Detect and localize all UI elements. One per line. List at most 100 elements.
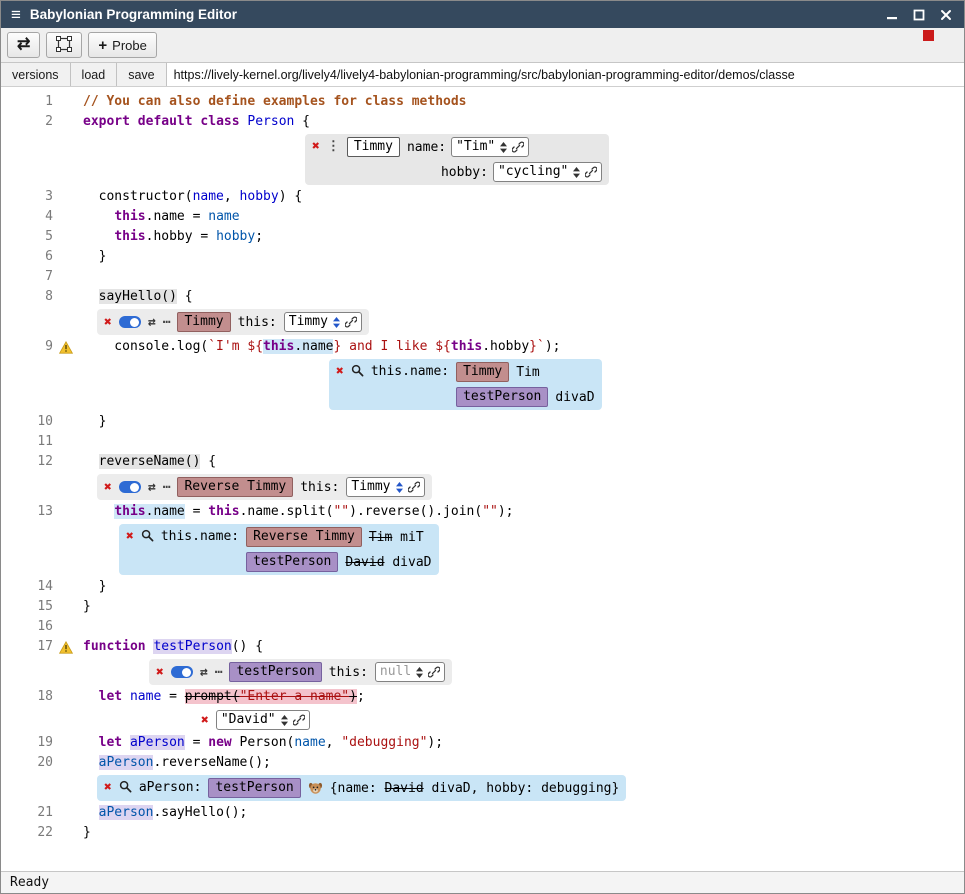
- code-line[interactable]: [79, 267, 964, 287]
- more-options-icon[interactable]: ⋯: [163, 313, 171, 332]
- example-badge[interactable]: testPerson: [246, 552, 338, 572]
- delete-icon[interactable]: ✖: [104, 778, 112, 797]
- toggle-icon[interactable]: [171, 666, 193, 678]
- delete-icon[interactable]: ✖: [156, 663, 164, 682]
- minimize-icon[interactable]: [886, 9, 898, 21]
- probe-widget[interactable]: ✖aPerson:testPerson{name: David divaD, h…: [97, 775, 626, 801]
- gutter: [1, 472, 79, 502]
- swap-button[interactable]: ⇄: [7, 32, 40, 58]
- stepper-icon[interactable]: [572, 166, 581, 179]
- filebar-button-load[interactable]: load: [71, 63, 118, 86]
- code-line[interactable]: sayHello() {: [79, 287, 964, 307]
- delete-icon[interactable]: ✖: [104, 313, 112, 332]
- code-line[interactable]: this.hobby = hobby;: [79, 227, 964, 247]
- close-window-icon[interactable]: [940, 9, 952, 21]
- add-probe-button[interactable]: + Probe: [88, 32, 156, 58]
- filebar-button-versions[interactable]: versions: [1, 63, 71, 86]
- value-box[interactable]: "David": [216, 710, 310, 730]
- value-box[interactable]: "Tim": [451, 137, 529, 157]
- code-line[interactable]: // You can also define examples for clas…: [79, 92, 964, 112]
- example-header-widget[interactable]: ✖⇄⋯Timmythis:Timmy: [97, 309, 369, 335]
- value-box[interactable]: Timmy: [284, 312, 362, 332]
- code-line[interactable]: let name = prompt("Enter a name");: [79, 687, 964, 707]
- gutter-space: [53, 132, 79, 152]
- line-number: 18: [7, 687, 53, 707]
- code-line[interactable]: }: [79, 597, 964, 617]
- gutter-space: [53, 207, 79, 227]
- gutter: 2: [1, 112, 79, 132]
- link-icon[interactable]: [585, 166, 597, 178]
- delete-icon[interactable]: ✖: [312, 137, 320, 156]
- link-icon[interactable]: [293, 714, 305, 726]
- link-icon[interactable]: [345, 316, 357, 328]
- replacement-widget[interactable]: ✖ "David": [201, 709, 310, 731]
- example-badge[interactable]: Reverse Timmy: [246, 527, 362, 547]
- stepper-icon[interactable]: [280, 714, 289, 727]
- code-token: "Enter a name": [240, 689, 350, 704]
- example-badge[interactable]: testPerson: [456, 387, 548, 407]
- code-line[interactable]: aPerson.reverseName();: [79, 753, 964, 773]
- gutter-space: [53, 687, 79, 707]
- stepper-icon[interactable]: [415, 666, 424, 679]
- example-badge[interactable]: Timmy: [456, 362, 509, 382]
- delete-icon[interactable]: ✖: [201, 711, 209, 730]
- url-input[interactable]: https://lively-kernel.org/lively4/lively…: [167, 63, 964, 86]
- example-badge[interactable]: Reverse Timmy: [177, 477, 293, 497]
- code-line[interactable]: export default class Person {: [79, 112, 964, 132]
- delete-icon[interactable]: ✖: [336, 362, 344, 381]
- stepper-icon[interactable]: [499, 141, 508, 154]
- code-line[interactable]: this.name = name: [79, 207, 964, 227]
- value-box[interactable]: "cycling": [493, 162, 602, 182]
- line-number: 22: [7, 823, 53, 843]
- maximize-icon[interactable]: [913, 9, 925, 21]
- code-line[interactable]: this.name = this.name.split("").reverse(…: [79, 502, 964, 522]
- link-icon[interactable]: [408, 481, 420, 493]
- code-editor[interactable]: 1// You can also define examples for cla…: [1, 87, 964, 871]
- code-line[interactable]: let aPerson = new Person(name, "debuggin…: [79, 733, 964, 753]
- code-row: 12 reverseName() {: [1, 452, 964, 472]
- stepper-icon[interactable]: [395, 481, 404, 494]
- code-line[interactable]: }: [79, 412, 964, 432]
- delete-icon[interactable]: ✖: [126, 527, 134, 546]
- example-badge[interactable]: testPerson: [208, 778, 300, 798]
- widget-column: ✖this.name:Reverse TimmyTim miTtestPerso…: [79, 522, 964, 577]
- filebar-button-save[interactable]: save: [117, 63, 166, 86]
- code-line[interactable]: reverseName() {: [79, 452, 964, 472]
- example-widget[interactable]: ✖⋮Timmyname:"Tim"hobby:"cycling": [305, 134, 609, 185]
- link-icon[interactable]: [512, 141, 524, 153]
- code-line[interactable]: }: [79, 823, 964, 843]
- more-options-icon[interactable]: ⋯: [163, 478, 171, 497]
- toggle-icon[interactable]: [119, 316, 141, 328]
- swap-icon[interactable]: ⇄: [148, 313, 156, 332]
- more-options-icon[interactable]: ⋯: [215, 663, 223, 682]
- example-header-widget[interactable]: ✖⇄⋯Reverse Timmythis:Timmy: [97, 474, 432, 500]
- code-line[interactable]: }: [79, 247, 964, 267]
- swap-icon[interactable]: ⇄: [148, 478, 156, 497]
- code-line[interactable]: constructor(name, hobby) {: [79, 187, 964, 207]
- code-line[interactable]: aPerson.sayHello();: [79, 803, 964, 823]
- value-box[interactable]: null: [375, 662, 445, 682]
- gutter-space: [53, 773, 79, 793]
- probe-widget[interactable]: ✖this.name:Reverse TimmyTim miTtestPerso…: [119, 524, 439, 575]
- delete-icon[interactable]: ✖: [104, 478, 112, 497]
- code-line[interactable]: }: [79, 577, 964, 597]
- code-line[interactable]: console.log(`I'm ${this.name} and I like…: [79, 337, 964, 357]
- select-region-button[interactable]: [46, 32, 82, 58]
- code-row: 5 this.hobby = hobby;: [1, 227, 964, 247]
- example-header-widget[interactable]: ✖⇄⋯testPersonthis:null: [149, 659, 452, 685]
- stepper-icon[interactable]: [332, 316, 341, 329]
- drag-handle-icon[interactable]: ⋮: [327, 137, 340, 156]
- example-badge[interactable]: testPerson: [229, 662, 321, 682]
- link-icon[interactable]: [428, 666, 440, 678]
- code-line[interactable]: [79, 432, 964, 452]
- code-line[interactable]: [79, 617, 964, 637]
- toggle-icon[interactable]: [119, 481, 141, 493]
- example-badge[interactable]: Timmy: [347, 137, 400, 157]
- code-line[interactable]: function testPerson() {: [79, 637, 964, 657]
- gutter: [1, 522, 79, 577]
- example-badge[interactable]: Timmy: [177, 312, 230, 332]
- probe-widget[interactable]: ✖this.name:TimmyTimtestPersondivaD: [329, 359, 602, 410]
- menu-icon[interactable]: ≡: [11, 6, 21, 23]
- swap-icon[interactable]: ⇄: [200, 663, 208, 682]
- value-box[interactable]: Timmy: [346, 477, 424, 497]
